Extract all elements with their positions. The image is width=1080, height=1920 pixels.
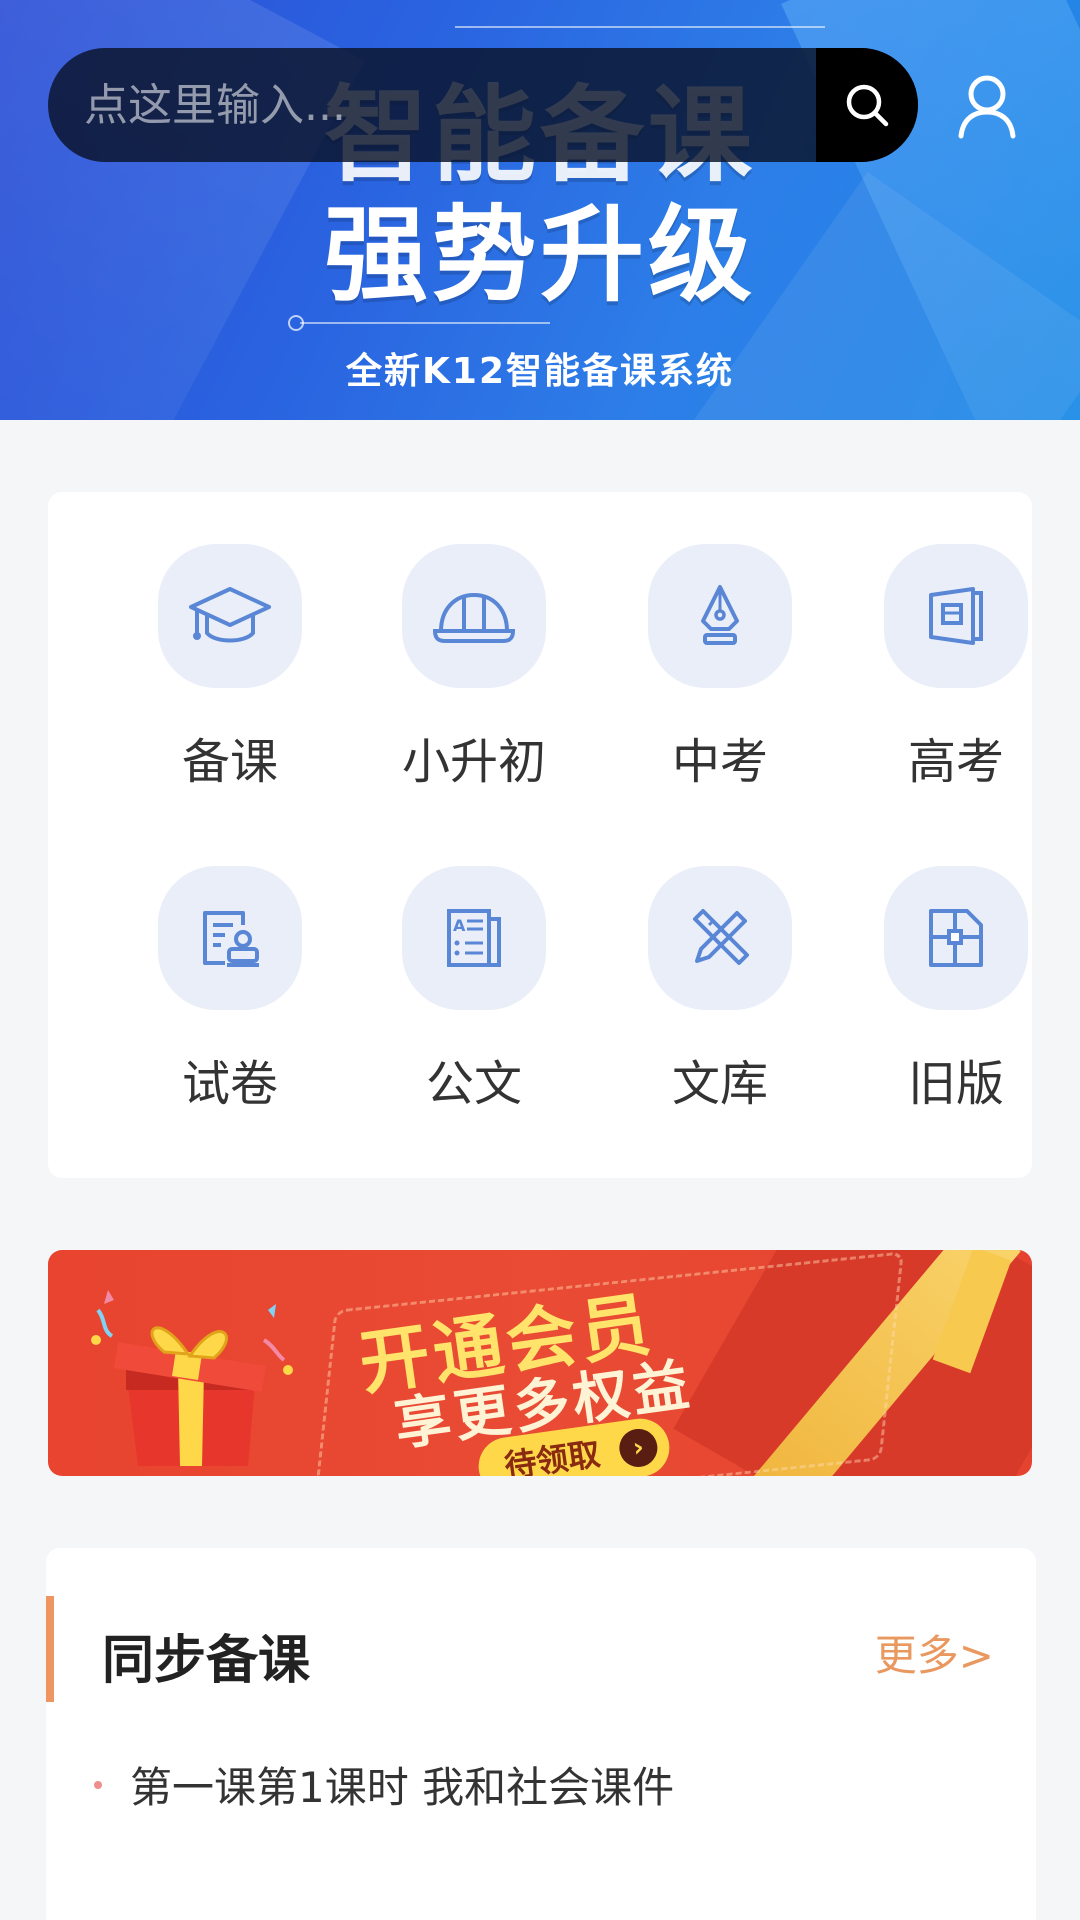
- grid-item-label: 旧版: [907, 1056, 1004, 1112]
- grid-item-label: 中考: [671, 734, 768, 790]
- grid-item-xiaoshengchu[interactable]: 小升初: [374, 544, 574, 794]
- book-icon: [929, 587, 983, 645]
- search-input[interactable]: [48, 48, 816, 162]
- icon-tile: [158, 866, 302, 1010]
- helmet-icon: [432, 592, 516, 643]
- icon-tile: [158, 544, 302, 688]
- search-icon: [846, 84, 889, 127]
- grid-item-gaokao[interactable]: 高考: [856, 544, 1056, 794]
- sync-lessons-section: 同步备课 更多> 第一课第1课时 我和社会课件: [46, 1548, 1036, 1920]
- list-item-title: 第一课第1课时 我和社会课件: [130, 1763, 675, 1812]
- grid-item-beike[interactable]: 备课: [130, 544, 330, 794]
- grid-item-wenku[interactable]: 文库: [620, 866, 820, 1116]
- exam-paper-icon: [203, 911, 259, 967]
- ruler-pencil-icon: [693, 909, 749, 965]
- gift-box-icon: [91, 1290, 293, 1466]
- list-item[interactable]: 第一课第1课时 我和社会课件: [94, 1754, 674, 1815]
- chevron-right-icon: ›: [616, 1426, 660, 1470]
- icon-tile: [648, 544, 792, 688]
- grid-item-zhongkao[interactable]: 中考: [620, 544, 820, 794]
- hero-headline-2: 强势升级: [323, 194, 756, 316]
- grid-item-label: 小升初: [401, 734, 546, 790]
- promo-claim-label: 待领取: [502, 1434, 603, 1476]
- grid-item-label: 文库: [671, 1056, 768, 1112]
- grid-item-jiuban[interactable]: 旧版: [856, 866, 1056, 1116]
- user-icon: [958, 75, 1016, 139]
- more-link[interactable]: 更多>: [875, 1622, 994, 1683]
- grid-item-label: 备课: [181, 734, 278, 790]
- bullet-dot: [94, 1780, 102, 1789]
- icon-tile: A: [402, 866, 546, 1010]
- icon-tile: [402, 544, 546, 688]
- section-accent-bar: [46, 1596, 54, 1702]
- grid-item-gongwen[interactable]: A 公文: [374, 866, 574, 1116]
- membership-promo-banner[interactable]: 开通会员 享更多权益 待领取 ›: [48, 1250, 1032, 1476]
- svg-text:A: A: [453, 916, 466, 935]
- hero-circuit-line: [300, 322, 550, 324]
- document-icon: A: [447, 909, 501, 967]
- icon-tile: [884, 544, 1028, 688]
- grid-item-label: 高考: [907, 734, 1004, 790]
- hero-subtitle: 全新K12智能备课系统: [346, 351, 734, 392]
- feature-grid: 备课 小升初 中考 高考 试卷 A 公文 文库 旧版: [48, 492, 1032, 1178]
- pen-nib-icon: [701, 585, 739, 645]
- search-bar: [48, 48, 918, 162]
- icon-tile: [884, 866, 1028, 1010]
- grid-item-shijuan[interactable]: 试卷: [130, 866, 330, 1116]
- icon-tile: [648, 866, 792, 1010]
- user-profile-button[interactable]: [955, 72, 1019, 140]
- grid-item-label: 公文: [425, 1056, 522, 1112]
- section-title: 同步备课: [102, 1631, 311, 1691]
- graduation-cap-icon: [189, 587, 271, 643]
- hero-circuit-line: [455, 26, 825, 28]
- grid-item-label: 试卷: [181, 1056, 278, 1112]
- file-layout-icon: [929, 909, 983, 967]
